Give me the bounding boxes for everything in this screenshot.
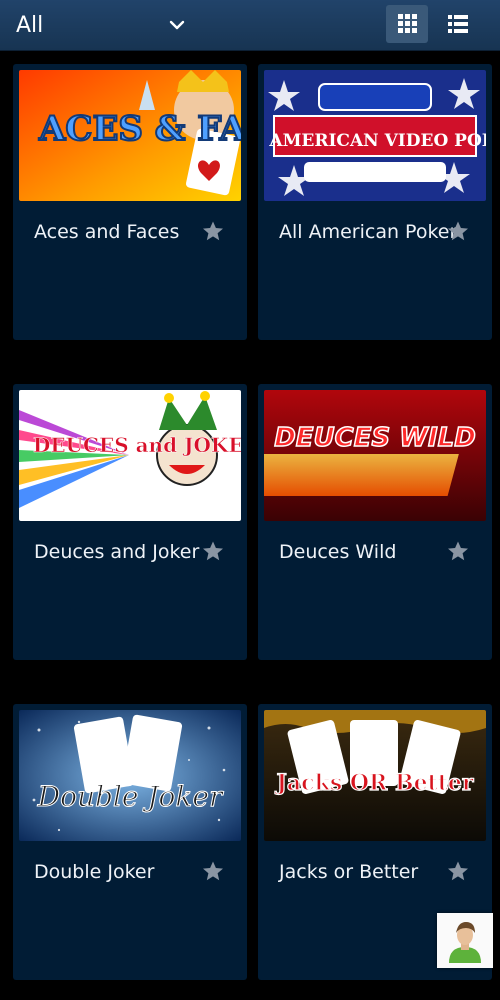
game-title: All American Poker bbox=[279, 221, 458, 243]
favorite-star-icon[interactable] bbox=[447, 540, 469, 562]
favorite-star-icon[interactable] bbox=[202, 220, 224, 242]
favorite-star-icon[interactable] bbox=[447, 220, 469, 242]
favorite-star-icon[interactable] bbox=[202, 860, 224, 882]
game-title: Jacks or Better bbox=[279, 861, 419, 883]
game-tile-all-american-poker[interactable]: ALL AMERICAN VIDEO POKER All American Po… bbox=[258, 64, 492, 340]
game-thumbnail: Double Joker bbox=[19, 710, 241, 841]
game-tile-deuces-wild[interactable]: DEUCES WILD Deuces Wild bbox=[258, 384, 492, 660]
category-filter-label: All bbox=[16, 12, 44, 38]
thumbnail-art-text: DEUCES and JOKERS bbox=[33, 433, 241, 457]
thumbnail-art-text: Double Joker bbox=[37, 780, 224, 813]
favorite-star-icon[interactable] bbox=[447, 860, 469, 882]
thumbnail-art-text: Jacks OR Better bbox=[275, 770, 474, 796]
chevron-down-icon bbox=[169, 20, 185, 30]
live-support-button[interactable] bbox=[437, 913, 493, 968]
game-thumbnail: ALL AMERICAN VIDEO POKER bbox=[264, 70, 486, 201]
thumbnail-art-text: DEUCES WILD bbox=[274, 423, 476, 453]
game-title: Aces and Faces bbox=[34, 221, 180, 243]
game-title: Deuces Wild bbox=[279, 541, 397, 563]
list-view-icon bbox=[448, 15, 468, 33]
game-title: Double Joker bbox=[34, 861, 155, 883]
game-tile-deuces-and-joker[interactable]: DEUCES and JOKERS Deuces and Joker bbox=[13, 384, 247, 660]
grid-view-icon bbox=[398, 14, 417, 33]
game-title: Deuces and Joker bbox=[34, 541, 200, 563]
game-thumbnail: DEUCES WILD bbox=[264, 390, 486, 521]
category-filter-dropdown[interactable]: All bbox=[16, 0, 196, 50]
grid-view-button[interactable] bbox=[386, 5, 428, 43]
game-thumbnail: DEUCES and JOKERS bbox=[19, 390, 241, 521]
user-avatar-icon bbox=[437, 913, 493, 968]
game-thumbnail: ACES & FACES bbox=[19, 70, 241, 201]
favorite-star-icon[interactable] bbox=[202, 540, 224, 562]
game-tile-aces-and-faces[interactable]: ACES & FACES Aces and Faces bbox=[13, 64, 247, 340]
game-tile-double-joker[interactable]: Double Joker Double Joker bbox=[13, 704, 247, 980]
thumbnail-art-text: ACES & FACES bbox=[38, 109, 241, 149]
game-thumbnail: Jacks OR Better bbox=[264, 710, 486, 841]
thumbnail-art-text: ALL AMERICAN VIDEO POKER bbox=[264, 131, 486, 151]
list-view-button[interactable] bbox=[438, 5, 480, 43]
top-bar: All bbox=[0, 0, 500, 51]
